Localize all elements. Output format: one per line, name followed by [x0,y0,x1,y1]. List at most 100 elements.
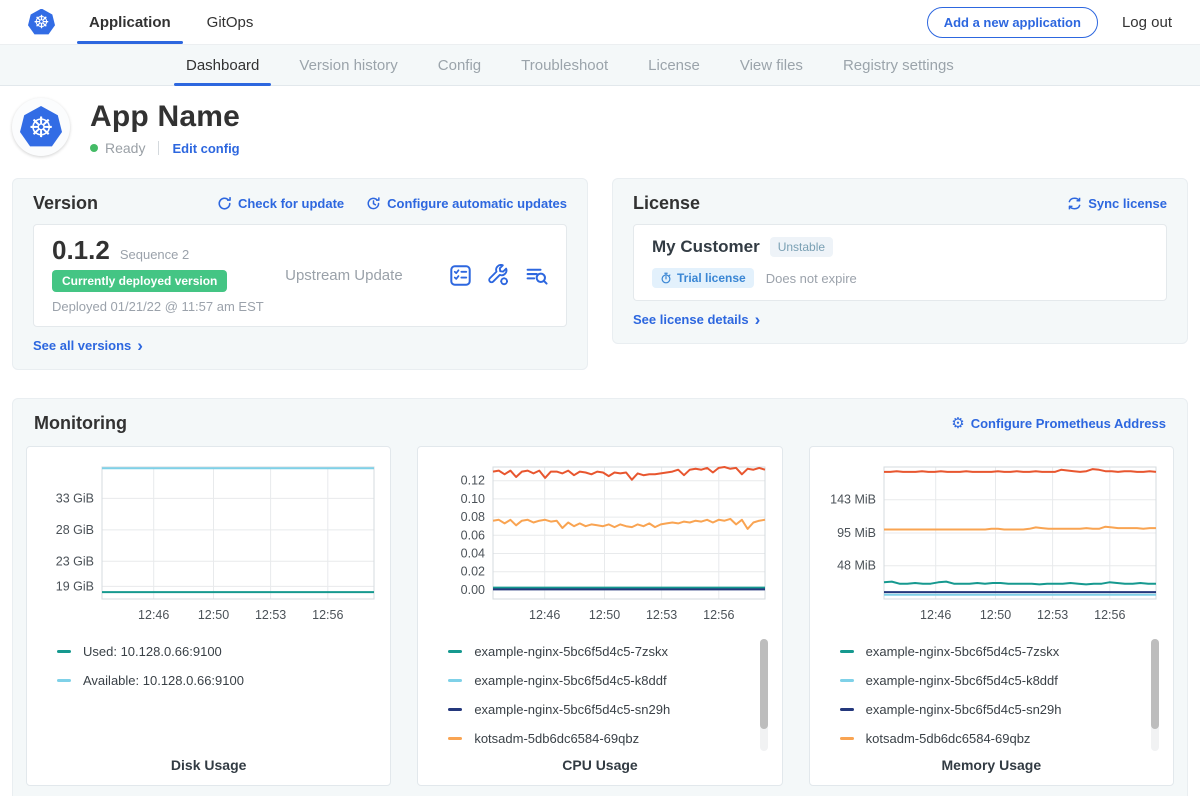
legend-label: Available: 10.128.0.66:9100 [83,673,244,688]
legend-scrollbar-thumb[interactable] [760,639,768,729]
version-card: Version Check for update Configure autom… [12,178,588,370]
logout-link[interactable]: Log out [1122,14,1172,31]
see-license-details-link[interactable]: See license details › [633,312,760,327]
license-panel: My Customer Unstable Trial license Does … [633,224,1167,301]
version-card-title: Version [33,193,98,214]
svg-text:28 GiB: 28 GiB [55,523,93,537]
subnav-config[interactable]: Config [426,45,493,85]
svg-text:0.06: 0.06 [461,528,485,542]
legend-label: example-nginx-5bc6f5d4c5-sn29h [474,702,670,717]
status-dot [90,144,98,152]
current-version-panel: 0.1.2 Sequence 2 Currently deployed vers… [33,224,567,327]
subnav-registry-settings[interactable]: Registry settings [831,45,966,85]
configure-prometheus-link[interactable]: ⚙ Configure Prometheus Address [951,416,1166,431]
tab-gitops[interactable]: GitOps [195,0,266,44]
legend-swatch [448,650,462,653]
chevron-right-icon: › [755,315,761,325]
legend-item: Used: 10.128.0.66:9100 [57,637,346,666]
legend-item: example-nginx-5bc6f5d4c5-7zskx [840,637,1129,666]
svg-text:12:50: 12:50 [589,608,620,622]
deployed-timestamp: Deployed 01/21/22 @ 11:57 am EST [52,299,285,314]
app-kubernetes-icon: ☸ [20,106,62,148]
svg-text:0.12: 0.12 [461,474,485,488]
legend-label: kotsadm-5db6dc6584-69qbz [474,731,639,746]
series-line [884,582,1156,585]
deploy-logs-icon[interactable] [525,264,548,287]
subnav-license[interactable]: License [636,45,712,85]
legend-swatch [840,679,854,682]
preflight-checks-icon[interactable] [449,264,472,287]
tab-gitops-label: GitOps [207,14,254,31]
svg-text:12:46: 12:46 [529,608,560,622]
legend-item: example-nginx-5bc6f5d4c5-7zskx [448,637,737,666]
tab-application-label: Application [89,14,171,31]
svg-text:0.08: 0.08 [461,510,485,524]
svg-text:0.02: 0.02 [461,565,485,579]
chart-plot-svg: 33 GiB28 GiB23 GiB19 GiB12:4612:5012:531… [36,457,382,633]
stopwatch-icon [660,272,672,284]
subnav-version-history[interactable]: Version history [287,45,409,85]
see-all-versions-label: See all versions [33,338,131,353]
app-header: ☸ App Name Ready Edit config [0,86,1200,170]
legend-label: kotsadm-5db6dc6584-69qbz [866,731,1031,746]
license-card: License Sync license My Customer Unstabl… [612,178,1188,344]
kots-admin-console: ☸ Application GitOps Add a new applicati… [0,0,1200,796]
check-for-update-link[interactable]: Check for update [217,196,344,211]
legend-label: example-nginx-5bc6f5d4c5-7zskx [474,644,668,659]
update-type-label: Upstream Update [285,267,449,284]
chart-plot-svg: 143 MiB95 MiB48 MiB12:4612:5012:5312:56 [818,457,1164,633]
legend-swatch [448,679,462,682]
svg-text:12:56: 12:56 [703,608,734,622]
subnav-troubleshoot[interactable]: Troubleshoot [509,45,620,85]
svg-text:12:53: 12:53 [255,608,286,622]
svg-text:12:46: 12:46 [920,608,951,622]
legend-item: example-nginx-5bc6f5d4c5-k8ddf [448,666,737,695]
app-avatar: ☸ [12,98,70,156]
see-all-versions-link[interactable]: See all versions › [33,338,143,353]
check-for-update-label: Check for update [238,196,344,211]
clock-refresh-icon [366,196,381,211]
series-line [884,469,1156,472]
edit-config-link[interactable]: Edit config [172,141,239,156]
app-name-title: App Name [90,100,240,134]
legend-swatch [448,737,462,740]
cpu-usage-title: CPU Usage [418,757,781,773]
tab-application[interactable]: Application [77,0,183,44]
legend-item: kotsadm-5db6dc6584-69qbz [448,724,737,753]
series-line [493,519,765,529]
disk-usage-plot: 33 GiB28 GiB23 GiB19 GiB12:4612:5012:531… [27,457,390,633]
legend-item: example-nginx-5bc6f5d4c5-k8ddf [840,666,1129,695]
legend-scrollbar[interactable] [1151,639,1159,751]
cpu-usage-legend: example-nginx-5bc6f5d4c5-7zskx example-ng… [448,637,781,753]
legend-label: example-nginx-5bc6f5d4c5-7zskx [866,644,1060,659]
svg-text:23 GiB: 23 GiB [55,554,93,568]
cpu-usage-plot: 0.120.100.080.060.040.020.0012:4612:5012… [418,457,781,633]
subnav-dashboard[interactable]: Dashboard [174,45,271,85]
legend-scrollbar[interactable] [760,639,768,751]
legend-item: example-nginx-5bc6f5d4c5-sn29h [448,695,737,724]
config-tools-icon[interactable] [487,264,510,287]
configure-automatic-updates-label: Configure automatic updates [387,196,567,211]
svg-text:12:56: 12:56 [312,608,343,622]
memory-usage-chart: 143 MiB95 MiB48 MiB12:4612:5012:5312:56 … [809,446,1174,786]
legend-swatch [57,679,71,682]
legend-item: kotsadm-5db6dc6584-69qbz [840,724,1129,753]
divider [158,141,159,155]
version-number: 0.1.2 [52,237,110,263]
series-line [884,527,1156,530]
subnav-view-files[interactable]: View files [728,45,815,85]
legend-scrollbar-thumb[interactable] [1151,639,1159,729]
disk-usage-chart: 33 GiB28 GiB23 GiB19 GiB12:4612:5012:531… [26,446,391,786]
app-title-block: App Name Ready Edit config [90,98,240,156]
license-type-badge: Trial license [652,268,754,288]
configure-automatic-updates-link[interactable]: Configure automatic updates [366,196,567,211]
legend-swatch [840,708,854,711]
license-card-title: License [633,193,700,214]
add-application-button[interactable]: Add a new application [927,7,1098,38]
sync-license-link[interactable]: Sync license [1067,196,1167,211]
charts-row: 33 GiB28 GiB23 GiB19 GiB12:4612:5012:531… [26,446,1174,786]
svg-text:12:50: 12:50 [980,608,1011,622]
legend-label: example-nginx-5bc6f5d4c5-k8ddf [474,673,666,688]
legend-swatch [57,650,71,653]
legend-swatch [840,737,854,740]
